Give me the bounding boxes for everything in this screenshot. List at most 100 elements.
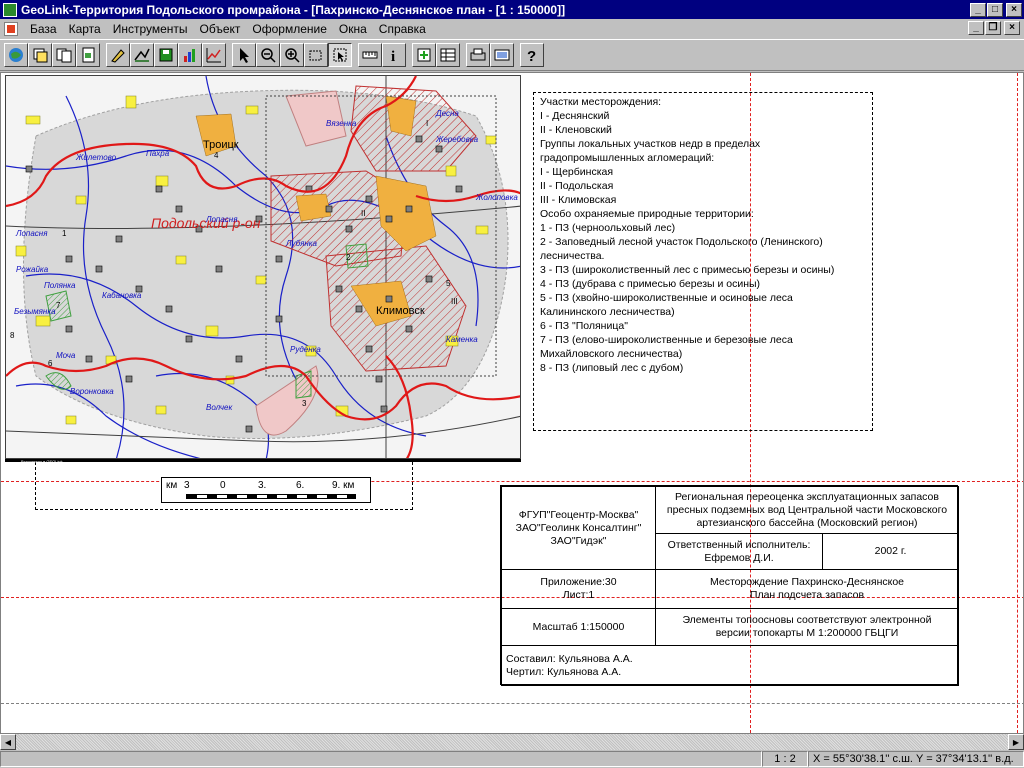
map-label-site: I <box>426 119 428 128</box>
map-layout-area[interactable]: Подольский р-он Троицк Климовск Жилетово… <box>0 72 1024 734</box>
legend-line: Михайловского лесничества) <box>540 348 683 360</box>
title-block-organizations: ФГУП"Геоцентр-Москва" ЗАО"Геолинк Консал… <box>501 486 656 570</box>
legend-line: Калининского лесничества) <box>540 306 675 318</box>
page-guide-vertical-right <box>1017 73 1018 733</box>
legend-line: градопромышленных агломераций: <box>540 152 715 164</box>
scroll-right-button[interactable]: ▶ <box>1008 734 1024 750</box>
legend-line: II - Кленовский <box>540 124 612 136</box>
map-label-reserve: 2 <box>346 253 351 262</box>
map-label-river: Воронковка <box>70 387 114 396</box>
legend-line: лесничества. <box>540 250 605 262</box>
map-label-klimovsk: Климовск <box>376 305 425 317</box>
document-window-controls: _ ❐ × <box>967 21 1020 35</box>
horizontal-scrollbar[interactable]: ◀ ▶ <box>0 734 1024 750</box>
table-icon[interactable] <box>436 43 460 67</box>
status-ratio: 1 : 2 <box>762 751 808 767</box>
draw-icon[interactable] <box>130 43 154 67</box>
document-icon[interactable] <box>4 21 18 36</box>
map-label-river: Рожайка <box>16 265 49 274</box>
map-label-river: Вязенка <box>326 119 357 128</box>
map-label-river: Десна <box>435 109 459 118</box>
menu-oformlenie[interactable]: Оформление <box>246 22 332 36</box>
scale-bar: км 3 0 3. 6. 9. км <box>161 477 371 503</box>
copy-icon[interactable] <box>52 43 76 67</box>
add-layer-icon[interactable] <box>412 43 436 67</box>
help-icon[interactable]: ? <box>520 43 544 67</box>
status-message <box>0 751 762 767</box>
zoom-out-icon[interactable] <box>256 43 280 67</box>
map-label-river: Полянка <box>44 281 76 290</box>
map-label-river: Лопасня <box>15 229 48 238</box>
legend-line: 3 - ПЗ (широколиственный лес с примесью … <box>540 264 835 276</box>
close-button[interactable]: × <box>1006 2 1022 17</box>
status-coordinates: X = 55°30'38.1'' с.ш. Y = 37°34'13.1'' в… <box>808 751 1024 767</box>
print-icon[interactable] <box>466 43 490 67</box>
scale-tick: 0 <box>220 480 226 491</box>
app-icon[interactable] <box>3 2 17 17</box>
legend-line: 6 - ПЗ "Поляница" <box>540 320 628 332</box>
toolbar-group-tools: i <box>358 43 406 67</box>
minimize-button[interactable]: _ <box>970 2 986 17</box>
menu-okna[interactable]: Окна <box>333 22 373 36</box>
select-icon[interactable] <box>328 43 352 67</box>
title-block[interactable]: ФГУП"Геоцентр-Москва" ЗАО"Геолинк Консал… <box>500 485 959 686</box>
zoom-in-icon[interactable] <box>280 43 304 67</box>
legend-line: Особо охраняемые природные территории: <box>540 208 754 220</box>
open-map-icon[interactable] <box>4 43 28 67</box>
menu-spravka[interactable]: Справка <box>373 22 432 36</box>
page-guide-bottom <box>1 703 1023 704</box>
map-label-river: Кабановка <box>102 291 142 300</box>
legend-line: 7 - ПЗ (елово-широколиственные и березов… <box>540 334 793 346</box>
map-label-river: Жолоповка <box>475 193 518 202</box>
map-label-river: Лопасня <box>205 215 238 224</box>
map-label-river: Волчек <box>206 403 233 412</box>
title-block-authors: Составил: Кульянова А.А. Чертил: Кульяно… <box>501 645 959 686</box>
legend-line: 8 - ПЗ (липовый лес с дубом) <box>540 362 684 374</box>
doc-close-button[interactable]: × <box>1004 21 1020 35</box>
zoom-window-icon[interactable] <box>304 43 328 67</box>
toolbar-group-view <box>232 43 352 67</box>
scroll-left-button[interactable]: ◀ <box>0 734 16 750</box>
toolbar: i ? <box>0 39 1024 71</box>
new-map-icon[interactable] <box>76 43 100 67</box>
legend-line: I - Щербинская <box>540 166 614 178</box>
doc-restore-button[interactable]: ❐ <box>985 21 1001 35</box>
legend-line: Участки месторождения: <box>540 96 662 108</box>
toolbar-group-help: ? <box>520 43 544 67</box>
measure-icon[interactable] <box>358 43 382 67</box>
map-label-reserve: 1 <box>62 229 67 238</box>
legend-box[interactable]: Участки месторождения: I - Деснянский II… <box>533 92 873 431</box>
doc-minimize-button[interactable]: _ <box>968 21 984 35</box>
menu-baza[interactable]: База <box>24 22 63 36</box>
map-label-site: III <box>451 297 458 306</box>
map-label-river: Безымянка <box>14 307 56 316</box>
toolbar-group-print <box>466 43 514 67</box>
edit-object-icon[interactable] <box>106 43 130 67</box>
scroll-track[interactable] <box>16 734 1008 750</box>
save-icon[interactable] <box>154 43 178 67</box>
legend-line: 5 - ПЗ (хвойно-широколиственные и осинов… <box>540 292 793 304</box>
title-block-project: Региональная переоценка эксплуатационных… <box>655 486 959 534</box>
info-icon[interactable]: i <box>382 43 406 67</box>
menu-instrumenty[interactable]: Инструменты <box>107 22 194 36</box>
menu-obekt[interactable]: Объект <box>194 22 247 36</box>
layers-icon[interactable] <box>28 43 52 67</box>
maximize-button[interactable]: □ <box>987 2 1003 17</box>
legend-line: Группы локальных участков недр в предела… <box>540 138 761 150</box>
scale-units: км <box>166 480 178 491</box>
svg-text:i: i <box>391 49 395 64</box>
preview-icon[interactable] <box>490 43 514 67</box>
map-label-river: Пахра <box>146 149 170 158</box>
title-block-scale: Масштаб 1:150000 <box>501 608 656 646</box>
map-label-reserve: 7 <box>56 301 61 310</box>
map-credit: Выполнено в GEOLink <box>21 459 63 464</box>
menu-karta[interactable]: Карта <box>63 22 107 36</box>
chart-icon[interactable] <box>178 43 202 67</box>
graph-icon[interactable] <box>202 43 226 67</box>
map-view[interactable]: Подольский р-он Троицк Климовск Жилетово… <box>5 75 521 459</box>
window-title: GeoLink-Территория Подольского промрайон… <box>21 2 566 17</box>
pointer-icon[interactable] <box>232 43 256 67</box>
map-label-river: Каменка <box>446 335 478 344</box>
title-block-topo: Элементы топоосновы соответствуют электр… <box>655 608 959 646</box>
map-label-river: Моча <box>56 351 76 360</box>
